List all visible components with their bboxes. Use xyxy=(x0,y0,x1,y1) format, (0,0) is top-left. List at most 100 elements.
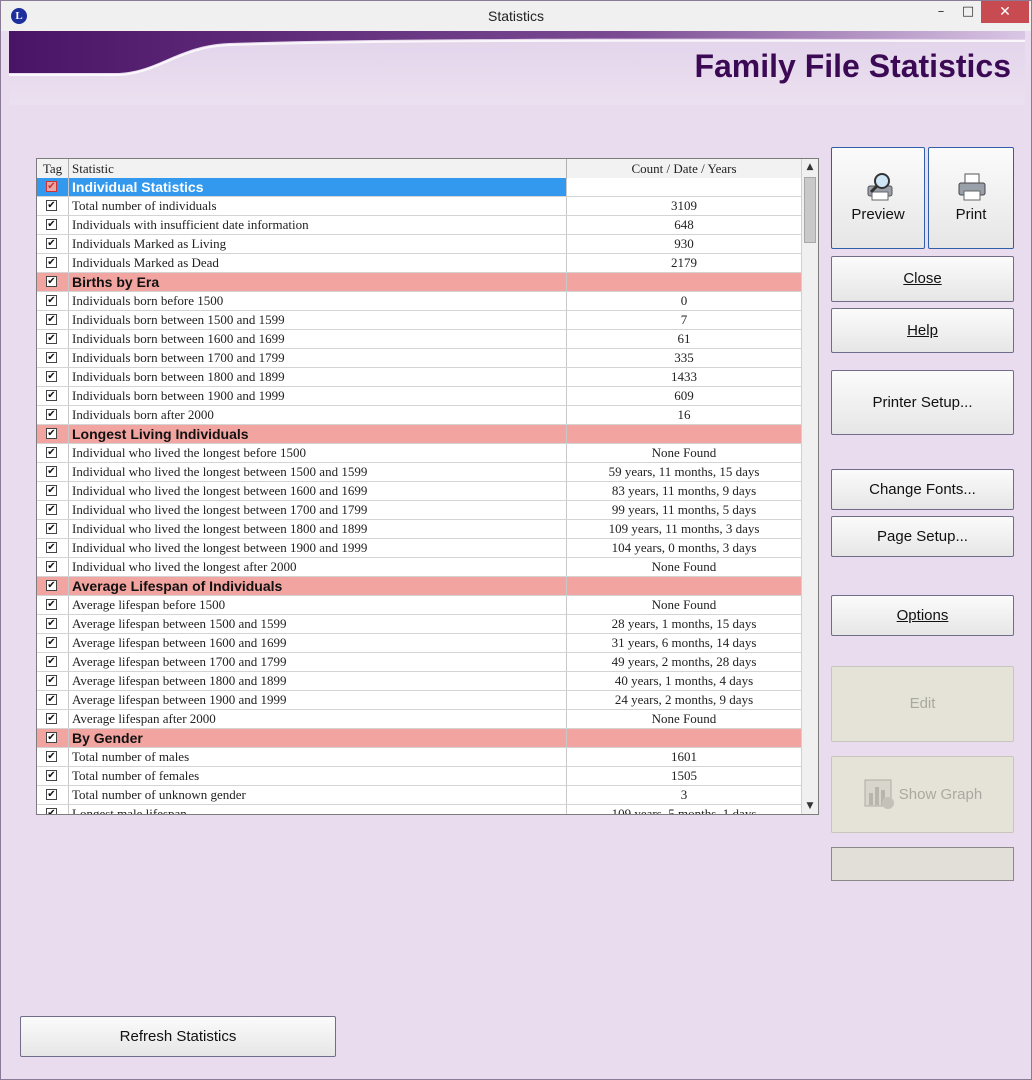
print-button[interactable]: Print xyxy=(928,147,1014,249)
section-row[interactable]: ✔ By Gender xyxy=(37,729,802,748)
table-row[interactable]: ✔ Individuals born after 2000 16 xyxy=(37,406,802,425)
column-header-tag[interactable]: Tag xyxy=(37,159,69,178)
tag-checkbox[interactable]: ✔ xyxy=(46,637,57,648)
tag-checkbox[interactable]: ✔ xyxy=(46,808,57,814)
statistic-cell: Individual who lived the longest between… xyxy=(69,520,567,538)
tag-checkbox[interactable]: ✔ xyxy=(46,656,57,667)
scroll-up-arrow-icon[interactable]: ▲ xyxy=(802,159,818,175)
close-button[interactable]: Close xyxy=(831,256,1014,302)
tag-checkbox[interactable]: ✔ xyxy=(46,523,57,534)
page-setup-button[interactable]: Page Setup... xyxy=(831,516,1014,557)
tag-checkbox[interactable]: ✔ xyxy=(46,276,57,287)
maximize-button[interactable]: □ xyxy=(953,1,983,23)
change-fonts-button[interactable]: Change Fonts... xyxy=(831,469,1014,510)
table-row[interactable]: ✔ Individual who lived the longest after … xyxy=(37,558,802,577)
table-row[interactable]: ✔ Average lifespan between 1900 and 1999 2… xyxy=(37,691,802,710)
table-row[interactable]: ✔ Average lifespan before 1500 None Found xyxy=(37,596,802,615)
tag-checkbox[interactable]: ✔ xyxy=(46,219,57,230)
tag-checkbox[interactable]: ✔ xyxy=(46,675,57,686)
statistics-grid[interactable]: Tag Statistic Count / Date / Years ✔ Indi… xyxy=(36,158,819,815)
table-row[interactable]: ✔ Individuals with insufficient date info… xyxy=(37,216,802,235)
table-row[interactable]: ✔ Individual who lived the longest betwee… xyxy=(37,539,802,558)
column-header-statistic[interactable]: Statistic xyxy=(69,159,567,178)
table-row[interactable]: ✔ Individuals born between 1700 and 1799 3… xyxy=(37,349,802,368)
tag-checkbox[interactable]: ✔ xyxy=(46,751,57,762)
tag-cell: ✔ xyxy=(37,330,69,348)
table-row[interactable]: ✔ Individuals born between 1500 and 1599 7 xyxy=(37,311,802,330)
table-row[interactable]: ✔ Total number of females 1505 xyxy=(37,767,802,786)
tag-checkbox[interactable]: ✔ xyxy=(46,713,57,724)
table-row[interactable]: ✔ Average lifespan between 1800 and 1899 4… xyxy=(37,672,802,691)
statistic-cell: Individuals Marked as Dead xyxy=(69,254,567,272)
tag-checkbox[interactable]: ✔ xyxy=(46,561,57,572)
section-row[interactable]: ✔ Longest Living Individuals xyxy=(37,425,802,444)
tag-checkbox[interactable]: ✔ xyxy=(46,200,57,211)
refresh-statistics-button[interactable]: Refresh Statistics xyxy=(20,1016,336,1057)
section-row[interactable]: ✔ Average Lifespan of Individuals xyxy=(37,577,802,596)
section-row[interactable]: ✔ Births by Era xyxy=(37,273,802,292)
tag-checkbox[interactable]: ✔ xyxy=(46,390,57,401)
scroll-thumb[interactable] xyxy=(804,177,816,243)
table-row[interactable]: ✔ Average lifespan between 1600 and 1699 3… xyxy=(37,634,802,653)
tag-checkbox[interactable]: ✔ xyxy=(46,257,57,268)
tag-checkbox[interactable]: ✔ xyxy=(46,542,57,553)
column-header-value[interactable]: Count / Date / Years xyxy=(567,159,802,178)
table-row[interactable]: ✔ Individual who lived the longest betwee… xyxy=(37,482,802,501)
tag-checkbox[interactable]: ✔ xyxy=(46,314,57,325)
tag-checkbox[interactable]: ✔ xyxy=(46,789,57,800)
close-window-button[interactable]: ✕ xyxy=(981,1,1029,23)
scroll-down-arrow-icon[interactable]: ▼ xyxy=(802,798,818,814)
options-button[interactable]: Options xyxy=(831,595,1014,636)
table-row[interactable]: ✔ Total number of males 1601 xyxy=(37,748,802,767)
table-row[interactable]: ✔ Average lifespan between 1500 and 1599 2… xyxy=(37,615,802,634)
tag-checkbox[interactable]: ✔ xyxy=(46,580,57,591)
table-row[interactable]: ✔ Individuals born between 1900 and 1999 6… xyxy=(37,387,802,406)
tag-checkbox[interactable]: ✔ xyxy=(46,770,57,781)
value-cell: 61 xyxy=(567,330,802,348)
tag-checkbox[interactable]: ✔ xyxy=(46,409,57,420)
table-row[interactable]: ✔ Individuals Marked as Living 930 xyxy=(37,235,802,254)
edit-button[interactable]: Edit xyxy=(831,666,1014,742)
table-row[interactable]: ✔ Individual who lived the longest betwee… xyxy=(37,520,802,539)
table-row[interactable]: ✔ Individual who lived the longest before… xyxy=(37,444,802,463)
minimize-button[interactable]: – xyxy=(926,1,956,23)
printer-setup-button[interactable]: Printer Setup... xyxy=(831,370,1014,435)
section-row[interactable]: ✔ Individual Statistics xyxy=(37,178,802,197)
tag-cell: ✔ xyxy=(37,292,69,310)
tag-checkbox[interactable]: ✔ xyxy=(46,352,57,363)
tag-checkbox[interactable]: ✔ xyxy=(46,447,57,458)
table-row[interactable]: ✔ Individuals Marked as Dead 2179 xyxy=(37,254,802,273)
close-label: Close xyxy=(903,270,942,287)
tag-checkbox[interactable]: ✔ xyxy=(46,618,57,629)
tag-checkbox[interactable]: ✔ xyxy=(46,466,57,477)
tag-checkbox[interactable]: ✔ xyxy=(46,371,57,382)
value-cell: 648 xyxy=(567,216,802,234)
tag-checkbox[interactable]: ✔ xyxy=(46,485,57,496)
table-row[interactable]: ✔ Total number of individuals 3109 xyxy=(37,197,802,216)
tag-checkbox[interactable]: ✔ xyxy=(46,238,57,249)
table-row[interactable]: ✔ Individuals born between 1600 and 1699 6… xyxy=(37,330,802,349)
tag-checkbox[interactable]: ✔ xyxy=(46,333,57,344)
table-row[interactable]: ✔ Longest male lifespan 109 years, 5 month… xyxy=(37,805,802,814)
statistic-cell: Total number of females xyxy=(69,767,567,785)
table-row[interactable]: ✔ Individuals born between 1800 and 1899 1… xyxy=(37,368,802,387)
grid-scrollbar[interactable]: ▲ ▼ xyxy=(801,159,818,814)
tag-checkbox[interactable]: ✔ xyxy=(46,694,57,705)
preview-button[interactable]: Preview xyxy=(831,147,925,249)
tag-checkbox[interactable]: ✔ xyxy=(46,181,57,192)
table-row[interactable]: ✔ Individual who lived the longest betwee… xyxy=(37,501,802,520)
table-row[interactable]: ✔ Average lifespan after 2000 None Found xyxy=(37,710,802,729)
tag-checkbox[interactable]: ✔ xyxy=(46,599,57,610)
help-button[interactable]: Help xyxy=(831,308,1014,353)
tag-checkbox[interactable]: ✔ xyxy=(46,732,57,743)
tag-checkbox[interactable]: ✔ xyxy=(46,428,57,439)
table-row[interactable]: ✔ Individual who lived the longest betwee… xyxy=(37,463,802,482)
value-cell xyxy=(567,577,802,595)
tag-checkbox[interactable]: ✔ xyxy=(46,295,57,306)
title-bar[interactable]: L Statistics – □ ✕ xyxy=(1,1,1031,31)
show-graph-button[interactable]: Show Graph xyxy=(831,756,1014,833)
table-row[interactable]: ✔ Average lifespan between 1700 and 1799 4… xyxy=(37,653,802,672)
table-row[interactable]: ✔ Total number of unknown gender 3 xyxy=(37,786,802,805)
table-row[interactable]: ✔ Individuals born before 1500 0 xyxy=(37,292,802,311)
tag-checkbox[interactable]: ✔ xyxy=(46,504,57,515)
